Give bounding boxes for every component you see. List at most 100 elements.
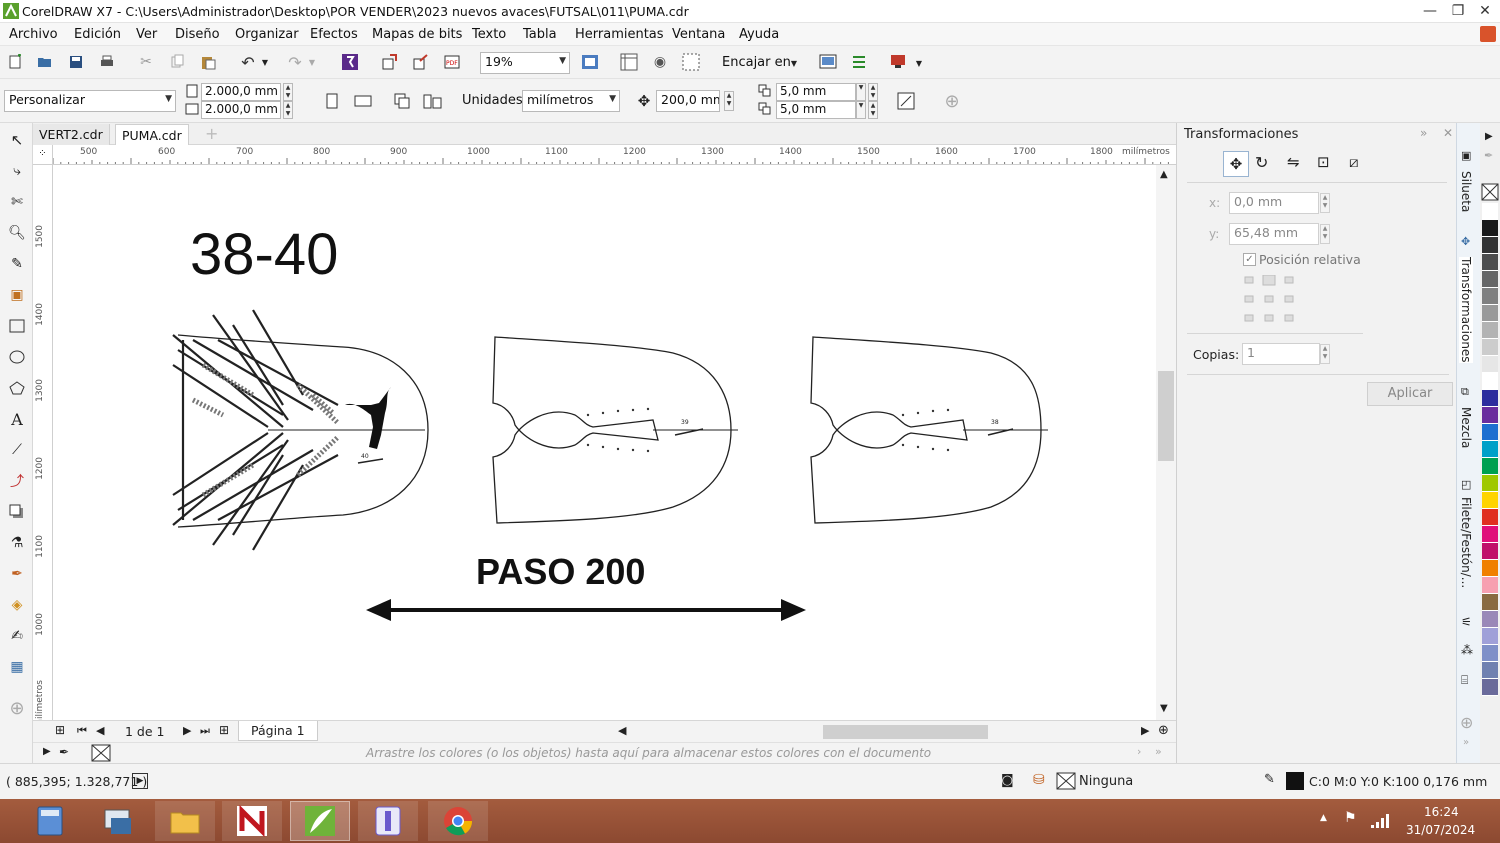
- copies-spinner[interactable]: ▲ ▼: [1320, 344, 1330, 364]
- add-page-before-icon[interactable]: ⊞: [55, 723, 65, 737]
- guidelines-icon[interactable]: [679, 50, 703, 74]
- duplicate-y-spinner[interactable]: ▲ ▼: [868, 101, 878, 119]
- docker-tab-extra-2-icon[interactable]: ⁂: [1461, 643, 1473, 657]
- fill-bucket-icon[interactable]: ⛁: [1033, 772, 1045, 788]
- palette-color-swatch[interactable]: [1482, 237, 1498, 254]
- minimize-button[interactable]: —: [1416, 0, 1444, 23]
- close-button[interactable]: ✕: [1471, 0, 1499, 23]
- page-width-field[interactable]: 2.000,0 mm: [201, 83, 281, 101]
- action-center-flag-icon[interactable]: ⚑: [1344, 810, 1357, 826]
- nudge-distance-field[interactable]: 200,0 mm: [656, 90, 720, 112]
- add-docker-icon[interactable]: ⊕: [1460, 713, 1473, 732]
- redo-dropdown-icon[interactable]: ▼: [305, 50, 319, 74]
- tab-transformaciones[interactable]: Transformaciones: [1459, 257, 1473, 363]
- vertical-scrollbar[interactable]: ▲ ▼: [1156, 165, 1176, 720]
- zoom-level-select[interactable]: 19% ▼: [480, 52, 570, 74]
- palette-options-icon[interactable]: ▶: [43, 746, 51, 757]
- scroll-left-icon[interactable]: ◀: [618, 724, 626, 737]
- palette-no-color-icon[interactable]: [1481, 183, 1499, 201]
- palette-color-swatch[interactable]: [1482, 203, 1498, 220]
- next-page-icon[interactable]: ▶: [183, 724, 191, 737]
- duplicate-x-dropdown[interactable]: ▼: [856, 83, 866, 101]
- palette-color-swatch[interactable]: [1482, 288, 1498, 305]
- palette-color-swatch[interactable]: [1482, 509, 1498, 526]
- scale-mirror-mode-icon[interactable]: ⇋: [1287, 153, 1300, 171]
- landscape-icon[interactable]: [351, 89, 375, 113]
- apply-button[interactable]: Aplicar: [1367, 382, 1453, 406]
- zoom-navigator-icon[interactable]: ⊕: [1158, 723, 1169, 738]
- connector-tool-icon[interactable]: ⤴: [5, 469, 29, 493]
- page-tab-1[interactable]: Página 1: [238, 721, 318, 741]
- duplicate-x-spinner[interactable]: ▲ ▼: [868, 83, 878, 101]
- current-page-icon[interactable]: [421, 89, 445, 113]
- palette-color-swatch[interactable]: [1482, 424, 1498, 441]
- scroll-right-icon[interactable]: ▶: [1141, 724, 1149, 737]
- nudge-spinner[interactable]: ▲ ▼: [724, 91, 734, 111]
- menu-efectos[interactable]: Efectos: [310, 27, 358, 42]
- duplicate-y-field[interactable]: 5,0 mm: [776, 101, 856, 119]
- palette-color-swatch[interactable]: [1482, 577, 1498, 594]
- tab-puma[interactable]: PUMA.cdr: [115, 124, 189, 145]
- menu-mapas-de-bits[interactable]: Mapas de bits: [372, 27, 462, 42]
- menu-ver[interactable]: Ver: [136, 27, 157, 42]
- palette-color-swatch[interactable]: [1482, 322, 1498, 339]
- menu-diseno[interactable]: Diseño: [175, 27, 220, 42]
- import-icon[interactable]: [378, 50, 402, 74]
- docker-tab-extra-3-icon[interactable]: ⌸: [1461, 673, 1468, 688]
- undo-icon[interactable]: ↶: [236, 50, 260, 74]
- welcome-screen-icon[interactable]: [816, 50, 840, 74]
- palette-color-swatch[interactable]: [1482, 441, 1498, 458]
- application-launcher-icon[interactable]: [886, 50, 910, 74]
- taskbar-nitro-icon[interactable]: [222, 801, 282, 841]
- pick-tool-icon[interactable]: ↖: [5, 128, 29, 152]
- polygon-tool-icon[interactable]: [5, 376, 29, 400]
- menu-ayuda[interactable]: Ayuda: [739, 27, 779, 42]
- redo-icon[interactable]: ↷: [283, 50, 307, 74]
- paste-icon[interactable]: [196, 50, 220, 74]
- transparency-tool-icon[interactable]: ⚗: [5, 531, 29, 555]
- relative-position-checkbox[interactable]: ✓: [1243, 253, 1256, 266]
- cut-icon[interactable]: ✂: [134, 50, 158, 74]
- palette-color-swatch[interactable]: [1482, 628, 1498, 645]
- copies-field[interactable]: 1: [1242, 343, 1320, 365]
- palette-color-swatch[interactable]: [1482, 543, 1498, 560]
- zoom-tool-icon[interactable]: 🔍︎: [5, 221, 29, 245]
- palette-color-swatch[interactable]: [1482, 645, 1498, 662]
- palette-color-swatch[interactable]: [1482, 254, 1498, 271]
- taskbar-coreldraw-icon[interactable]: [290, 801, 350, 841]
- y-position-field[interactable]: 65,48 mm: [1229, 223, 1319, 245]
- vertical-ruler[interactable]: 1500 1400 1300 1200 1100 1000 milímetros: [33, 165, 53, 728]
- palette-color-swatch[interactable]: [1482, 407, 1498, 424]
- menu-tabla[interactable]: Tabla: [523, 27, 557, 42]
- all-pages-icon[interactable]: [390, 89, 414, 113]
- position-mode-icon[interactable]: ✥: [1223, 151, 1249, 177]
- palette-color-swatch[interactable]: [1482, 526, 1498, 543]
- palette-scroll-right-icon[interactable]: ›: [1137, 745, 1141, 758]
- color-eyedropper-tool-icon[interactable]: ✒: [5, 562, 29, 586]
- taskbar-calculator-icon[interactable]: [20, 801, 80, 841]
- tab-filete[interactable]: Filete/Festón/...: [1459, 497, 1473, 588]
- vertical-scroll-thumb[interactable]: [1158, 371, 1174, 461]
- new-document-icon[interactable]: [3, 50, 27, 74]
- palette-color-swatch[interactable]: [1482, 220, 1498, 237]
- double-arrow[interactable]: [366, 599, 806, 621]
- docker-scroll-icon[interactable]: »: [1463, 737, 1469, 748]
- previous-page-icon[interactable]: ◀: [96, 724, 104, 737]
- palette-color-swatch[interactable]: [1482, 475, 1498, 492]
- rotate-mode-icon[interactable]: ↻: [1255, 153, 1268, 172]
- page-width-spinner[interactable]: ▲ ▼: [283, 83, 293, 101]
- taskbar-chrome-icon[interactable]: [428, 801, 488, 841]
- pattern-artwork[interactable]: 40 39 38: [53, 165, 1156, 720]
- add-tool-icon[interactable]: ⊕: [5, 696, 29, 720]
- tab-vert2[interactable]: VERT2.cdr: [33, 124, 110, 145]
- export-icon[interactable]: [409, 50, 433, 74]
- view-mode-icon[interactable]: ◉: [648, 50, 672, 74]
- page-height-field[interactable]: 2.000,0 mm: [201, 101, 281, 119]
- x-position-field[interactable]: 0,0 mm: [1229, 192, 1319, 214]
- horizontal-ruler[interactable]: 500 600 700 800 900 1000 1100 1200 1300 …: [33, 145, 1176, 165]
- options-icon[interactable]: [847, 50, 871, 74]
- size-mode-icon[interactable]: ⊡: [1317, 153, 1330, 171]
- skew-mode-icon[interactable]: ⧄: [1349, 153, 1359, 171]
- ellipse-tool-icon[interactable]: [5, 345, 29, 369]
- first-page-icon[interactable]: ⏮: [77, 724, 87, 738]
